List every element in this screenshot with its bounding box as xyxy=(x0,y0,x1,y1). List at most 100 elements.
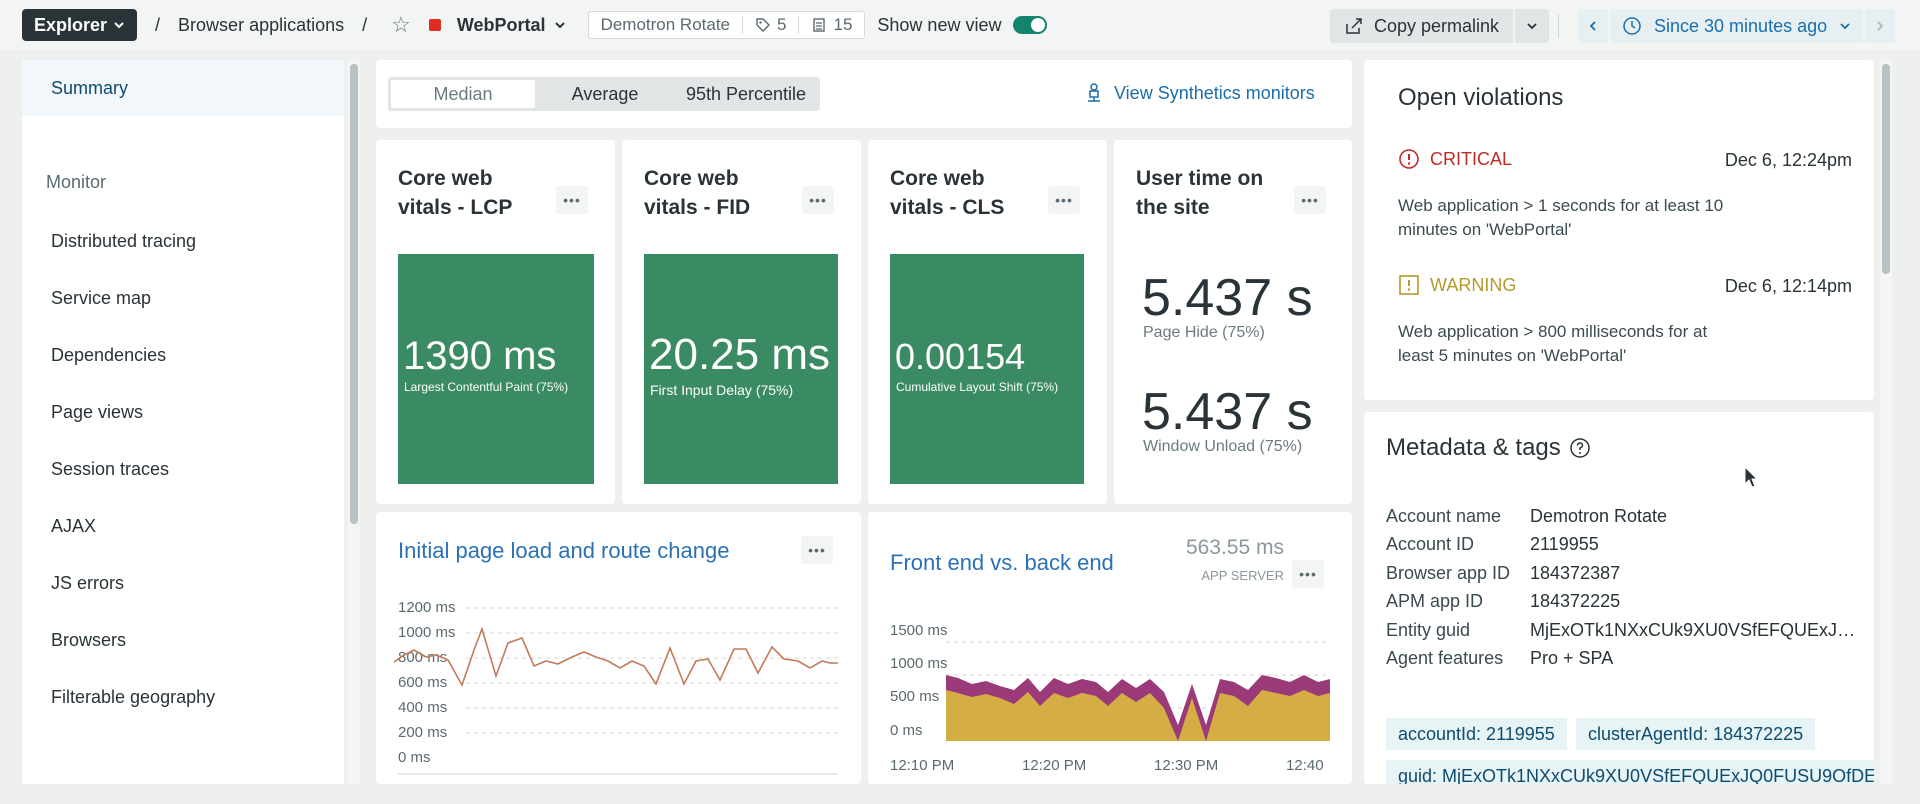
sidebar-section-monitor: Monitor xyxy=(46,172,107,192)
violation-text: Web application > 1 seconds for at least… xyxy=(1398,196,1724,239)
critical-alert-icon xyxy=(1399,149,1419,169)
more-options-icon[interactable]: ••• xyxy=(556,186,588,214)
alert-status-icon xyxy=(428,19,441,31)
violation-level: WARNING xyxy=(1430,274,1517,295)
tag-chip[interactable]: clusterAgentId: 184372225 xyxy=(1576,718,1816,750)
page-load-series-line xyxy=(393,626,838,687)
time-next-button[interactable] xyxy=(1865,9,1896,43)
aggregation-median-button[interactable]: Median xyxy=(391,80,535,108)
entity-selector[interactable]: WebPortal xyxy=(457,15,566,36)
explorer-button[interactable]: Explorer xyxy=(22,9,138,41)
sidebar-item-js-errors[interactable]: JS errors xyxy=(51,573,124,594)
kpi-label: Cumulative Layout Shift (75%) xyxy=(896,380,1059,394)
violation-level: CRITICAL xyxy=(1430,148,1513,169)
more-options-icon[interactable]: ••• xyxy=(1294,186,1326,214)
kpi-value: 20.25 ms xyxy=(649,330,830,379)
kpi-title: Core web vitals - LCP xyxy=(398,167,513,219)
more-options-icon[interactable]: ••• xyxy=(1048,186,1080,214)
permalink-group: Copy permalink xyxy=(1330,9,1550,43)
account-name[interactable]: Demotron Rotate xyxy=(601,15,730,35)
tag-chip[interactable]: guid: MjExOTk1NXxCUk9XU0VSfEFQUExJQ0FUSU… xyxy=(1386,760,1874,784)
metadata-card: Metadata & tags Account name Demotron Ro… xyxy=(1364,412,1874,784)
chevron-left-icon xyxy=(1589,21,1596,31)
meta-value: 184372387 xyxy=(1530,563,1621,583)
entity-meta: Demotron Rotate 5 15 xyxy=(587,11,866,39)
kpi-title: User time on the site xyxy=(1136,167,1264,219)
permalink-menu-button[interactable] xyxy=(1515,9,1550,43)
violation-critical[interactable]: CRITICAL xyxy=(1398,148,1512,170)
kpi-value: 0.00154 xyxy=(895,336,1026,377)
page-load-chart-card: Initial page load and route change ••• 1… xyxy=(376,512,861,784)
entity-name: WebPortal xyxy=(456,14,546,35)
fe-be-chart-card: Front end vs. back end 563.55 ms APP SER… xyxy=(868,512,1352,784)
new-view-toggle[interactable] xyxy=(1013,16,1048,34)
kpi-billboard: 1390 ms Largest Contentful Paint (75%) xyxy=(398,254,594,484)
meta-key: Entity guid xyxy=(1386,620,1471,640)
kpi-label: First Input Delay (75%) xyxy=(650,382,794,398)
kpi-card-cls: Core web vitals - CLS ••• 0.00154 Cumulat… xyxy=(868,140,1107,504)
share-icon xyxy=(1346,18,1362,34)
open-violations-card: Open violations CRITICAL Dec 6, 12:24pm … xyxy=(1364,60,1874,400)
time-range-button[interactable]: Since 30 minutes ago xyxy=(1610,9,1864,43)
sidebar-scrollbar-thumb[interactable] xyxy=(350,64,358,524)
meta-value: 2119955 xyxy=(1530,534,1599,554)
sidebar-item-service-map[interactable]: Service map xyxy=(51,288,151,309)
related-entities-icon xyxy=(813,18,826,32)
meta-value: 184372225 xyxy=(1530,591,1621,611)
right-panel-scrollbar-thumb[interactable] xyxy=(1882,64,1890,274)
favorite-star-icon[interactable]: ☆ xyxy=(391,12,411,38)
sidebar-item-session-traces[interactable]: Session traces xyxy=(51,459,169,480)
meta-value: Demotron Rotate xyxy=(1530,506,1668,526)
meta-key: Account ID xyxy=(1386,534,1475,554)
fe-be-area-chart xyxy=(946,641,1330,741)
meta-key: Browser app ID xyxy=(1386,563,1511,583)
kpi-card-lcp: Core web vitals - LCP ••• 1390 ms Largest… xyxy=(376,140,615,504)
sidebar-item-filterable-geography[interactable]: Filterable geography xyxy=(51,687,215,708)
related-count[interactable]: 15 xyxy=(811,15,852,35)
more-options-icon[interactable]: ••• xyxy=(802,186,834,214)
violation-warning[interactable]: WARNING xyxy=(1398,274,1516,296)
meta-key: Agent features xyxy=(1386,648,1504,668)
violations-title: Open violations xyxy=(1398,84,1564,111)
kpi-billboard: 0.00154 Cumulative Layout Shift (75%) xyxy=(890,254,1084,484)
help-icon[interactable] xyxy=(1569,437,1591,459)
kpi-title: Core web vitals - FID xyxy=(644,167,751,219)
toolbar-divider xyxy=(1558,14,1559,38)
clock-icon xyxy=(1623,17,1641,35)
meta-key: Account name xyxy=(1386,506,1502,526)
violation-text: Web application > 800 milliseconds for a… xyxy=(1398,322,1708,365)
aggregation-average-button[interactable]: Average xyxy=(535,80,675,108)
window-unload-label: Window Unload (75%) xyxy=(1143,438,1303,455)
sidebar-item-distributed-tracing[interactable]: Distributed tracing xyxy=(51,231,196,252)
sidebar-item-browsers[interactable]: Browsers xyxy=(51,630,126,651)
window-unload-value: 5.437 s xyxy=(1142,383,1313,441)
sidebar-item-ajax[interactable]: AJAX xyxy=(51,516,96,537)
sidebar-item-page-views[interactable]: Page views xyxy=(51,402,143,423)
chevron-down-icon xyxy=(1527,23,1537,30)
breadcrumb-browser-applications[interactable]: Browser applications xyxy=(178,15,344,36)
sidebar-nav: Summary Monitor Distributed tracing Serv… xyxy=(22,60,344,784)
kpi-title: Core web vitals - CLS xyxy=(890,167,1005,219)
copy-permalink-label: Copy permalink xyxy=(1374,15,1500,36)
kpi-value: 1390 ms xyxy=(403,334,557,378)
view-synthetics-link[interactable]: View Synthetics monitors xyxy=(1084,82,1315,104)
user-time-card: User time on the site ••• 5.437 s Page Hi… xyxy=(1114,140,1352,504)
mouse-cursor-icon xyxy=(1744,466,1759,488)
sidebar-item-dependencies[interactable]: Dependencies xyxy=(51,345,166,366)
meta-value: MjExOTk1NXxCUk9XU0VSfEFQUExJQ0F... xyxy=(1530,620,1860,640)
violation-time: Dec 6, 12:14pm xyxy=(1724,276,1852,296)
copy-permalink-button[interactable]: Copy permalink xyxy=(1330,9,1514,43)
page-load-line-chart xyxy=(393,607,838,775)
warning-alert-icon xyxy=(1399,275,1419,295)
aggregation-95th-button[interactable]: 95th Percentile xyxy=(675,80,817,108)
time-prev-button[interactable] xyxy=(1578,9,1608,43)
tag-chip[interactable]: accountId: 2119955 xyxy=(1386,718,1567,750)
breadcrumb-separator: / xyxy=(362,14,368,35)
breadcrumb-separator: / xyxy=(155,14,161,35)
violation-time: Dec 6, 12:24pm xyxy=(1724,150,1852,170)
tags-count[interactable]: 5 xyxy=(755,15,786,35)
chevron-right-icon xyxy=(1877,21,1884,31)
page-hide-label: Page Hide (75%) xyxy=(1143,324,1265,341)
explorer-label: Explorer xyxy=(34,14,108,35)
chevron-down-icon xyxy=(114,22,124,29)
